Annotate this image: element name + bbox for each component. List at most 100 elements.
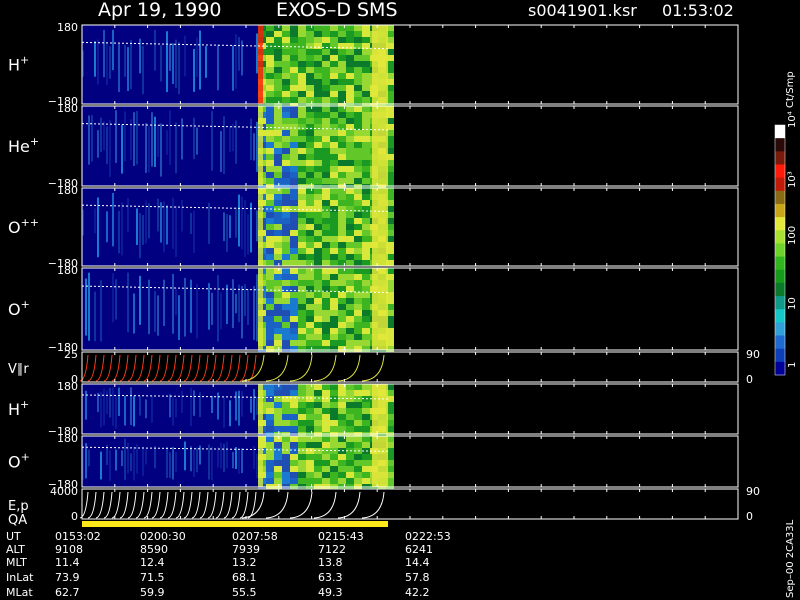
spectrogram-cell <box>338 292 346 298</box>
spectrogram-cell <box>354 79 362 85</box>
spectrogram-cell <box>346 61 354 67</box>
spectrogram-cell <box>282 292 290 298</box>
spectrogram-stripe <box>106 41 108 85</box>
spectrogram-cell <box>290 160 298 166</box>
spectrogram-stripe <box>178 210 180 239</box>
spectrogram-cell <box>282 436 290 442</box>
spectrogram-cell <box>266 316 274 322</box>
spectrogram-stripe <box>121 450 123 467</box>
spectrogram-cell <box>354 334 362 340</box>
spectrogram-cell <box>266 466 274 472</box>
spectrogram-stripe <box>145 449 147 465</box>
spectrogram-stripe <box>103 212 105 251</box>
panel-species-label: O+ <box>8 298 30 319</box>
spectrogram-cell <box>338 316 346 322</box>
spectrogram-cell <box>314 346 322 352</box>
spectrogram-stripe <box>250 398 252 413</box>
spectrogram-stripe <box>154 116 156 167</box>
spectrogram-cell <box>306 408 314 414</box>
spectrogram-cell <box>306 118 314 124</box>
spectrogram-cell <box>290 466 298 472</box>
spectrogram-cell <box>274 178 282 184</box>
spectrogram-cell <box>322 206 330 212</box>
spectrogram-stripe <box>211 32 213 94</box>
bright-band <box>372 436 388 487</box>
spectrogram-cell <box>362 160 370 166</box>
spectrogram-cell <box>282 254 290 260</box>
spectrogram-cell <box>338 172 346 178</box>
spectrogram-stripe <box>139 275 141 325</box>
spectrogram-stripe <box>160 45 162 82</box>
spectrogram-cell <box>282 298 290 304</box>
spectrogram-cell <box>290 37 298 43</box>
spectrogram-cell <box>266 442 274 448</box>
spectrogram-cell <box>330 316 338 322</box>
spectrogram-cell <box>282 236 290 242</box>
spectrogram-stripe <box>244 115 246 173</box>
spectrogram-cell <box>314 25 322 31</box>
panel-5: 180−180H+ <box>8 380 739 438</box>
spectrogram-cell <box>354 97 362 103</box>
spectrogram-stripe <box>163 388 165 426</box>
spectrogram-stripe <box>244 30 246 88</box>
spectrogram-stripe <box>223 397 225 428</box>
spectrogram-stripe <box>217 274 219 342</box>
spectrogram-cell <box>330 91 338 97</box>
spectrogram-stripe <box>205 452 207 470</box>
spectrogram-cell <box>266 160 274 166</box>
spectrogram-stripe <box>121 202 123 256</box>
spectrogram-stripe <box>100 451 102 480</box>
spectrogram-cell <box>322 274 330 280</box>
spectrogram-cell <box>282 340 290 346</box>
spectrogram-cell <box>354 130 362 136</box>
spectrogram-stripe <box>223 212 225 242</box>
spectrogram-cell <box>362 268 370 274</box>
spectrogram-cell <box>362 85 370 91</box>
spectrogram-cell <box>282 212 290 218</box>
spectrogram-stripe <box>148 450 150 467</box>
spectrogram-stripe <box>163 279 165 326</box>
spectrogram-cell <box>290 224 298 230</box>
spectrogram-cell <box>330 73 338 79</box>
spectrogram-stripe <box>148 279 150 335</box>
spectrogram-cell <box>322 448 330 454</box>
spectrogram-stripe <box>184 277 186 337</box>
spectrogram-cell <box>322 49 330 55</box>
spectrogram-stripe <box>172 120 174 168</box>
spectrogram-cell <box>274 242 282 248</box>
spectrogram-cell <box>282 97 290 103</box>
spectrogram-cell <box>298 316 306 322</box>
spectrogram-cell <box>322 340 330 346</box>
spectrogram-cell <box>362 454 370 460</box>
spectrogram-cell <box>282 61 290 67</box>
spectrogram-cell <box>266 31 274 37</box>
spectrogram-cell <box>314 49 322 55</box>
spectrogram-stripe <box>250 202 252 253</box>
spectrogram-cell <box>346 466 354 472</box>
spectrogram-cell <box>330 274 338 280</box>
spectrogram-cell <box>290 106 298 112</box>
colorbar-swatch <box>775 203 785 218</box>
spectrogram-stripe <box>157 125 159 158</box>
spectrogram-cell <box>354 328 362 334</box>
spectrogram-cell <box>290 334 298 340</box>
spectrogram-cell <box>322 67 330 73</box>
spectrogram-cell <box>298 49 306 55</box>
spectrogram-cell <box>362 460 370 466</box>
spectrogram-cell <box>354 61 362 67</box>
spectrogram-stripe <box>220 442 222 469</box>
spectrogram-cell <box>354 472 362 478</box>
spectrogram-cell <box>274 442 282 448</box>
spectrogram-stripe <box>220 131 222 173</box>
spectrogram-stripe <box>226 284 228 325</box>
spectrogram-cell <box>354 37 362 43</box>
spectrogram-cell <box>346 254 354 260</box>
spectrogram-cell <box>274 466 282 472</box>
spectrogram-cell <box>354 218 362 224</box>
spectrogram-cell <box>282 454 290 460</box>
spectrogram-cell <box>290 85 298 91</box>
spectrogram-cell <box>282 242 290 248</box>
spectrogram-cell <box>306 97 314 103</box>
spectrogram-cell <box>346 436 354 442</box>
spectrogram-cell <box>314 472 322 478</box>
